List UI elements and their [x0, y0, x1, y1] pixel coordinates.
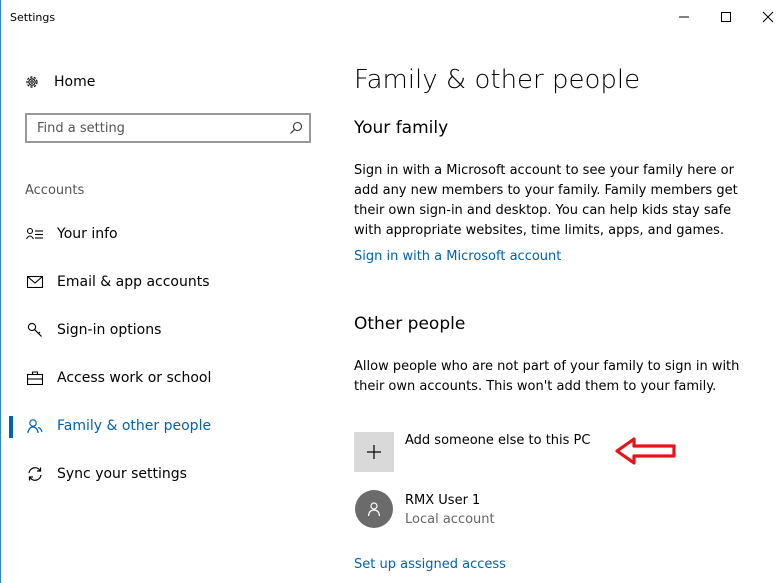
window-title: Settings: [10, 11, 56, 24]
search-icon: [290, 121, 303, 134]
plus-icon: [367, 445, 381, 459]
assigned-access-link[interactable]: Set up assigned access: [354, 557, 506, 572]
gear-icon: [26, 76, 38, 88]
sidebar-item-access-work-or-school[interactable]: Access work or school: [0, 356, 330, 400]
sidebar-item-label: Family & other people: [57, 418, 212, 434]
red-arrow-annotation-icon: [615, 437, 676, 465]
user-account-type: Local account: [405, 512, 495, 527]
maximize-button[interactable]: [705, 0, 747, 34]
accounts-section-label: Accounts: [25, 183, 85, 198]
home-label: Home: [54, 74, 96, 90]
person-list-icon: [25, 224, 45, 244]
minimize-icon: [679, 16, 689, 18]
sidebar-item-email-app-accounts[interactable]: Email & app accounts: [0, 260, 330, 304]
your-family-heading: Your family: [354, 118, 449, 138]
sign-in-microsoft-link[interactable]: Sign in with a Microsoft account: [354, 249, 561, 264]
home-button[interactable]: Home: [24, 70, 95, 94]
sidebar-item-label: Access work or school: [57, 370, 212, 386]
mail-icon: [25, 272, 45, 292]
your-family-description: Sign in with a Microsoft account to see …: [354, 163, 738, 238]
briefcase-icon: [25, 368, 45, 388]
close-icon: [762, 11, 774, 23]
title-bar: Settings: [0, 0, 783, 34]
avatar[interactable]: [355, 490, 393, 528]
sidebar-item-label: Your info: [57, 226, 118, 242]
other-people-heading: Other people: [354, 314, 466, 334]
sidebar: Home Accounts Your info Emai: [0, 34, 330, 583]
user-avatar-icon: [367, 502, 381, 517]
maximize-icon: [721, 12, 731, 22]
close-button[interactable]: [747, 0, 783, 34]
sidebar-item-your-info[interactable]: Your info: [0, 212, 330, 256]
active-indicator: [9, 416, 13, 438]
search-input[interactable]: [27, 115, 277, 141]
sidebar-item-label: Sync your settings: [57, 466, 187, 482]
page-title: Family & other people: [354, 65, 641, 95]
other-people-description: Allow people who are not part of your fa…: [354, 359, 740, 394]
minimize-button[interactable]: [663, 0, 705, 34]
sync-icon: [25, 464, 45, 484]
sidebar-item-label: Email & app accounts: [57, 274, 210, 290]
add-someone-button[interactable]: [354, 432, 394, 472]
sidebar-item-sign-in-options[interactable]: Sign-in options: [0, 308, 330, 352]
sidebar-item-label: Sign-in options: [57, 322, 162, 338]
search-box[interactable]: [25, 113, 311, 143]
user-name[interactable]: RMX User 1: [405, 493, 480, 508]
sidebar-item-family-other-people[interactable]: Family & other people: [0, 404, 330, 448]
key-icon: [25, 320, 45, 340]
people-icon: [25, 416, 45, 436]
add-someone-label[interactable]: Add someone else to this PC: [405, 433, 590, 448]
sidebar-item-sync-your-settings[interactable]: Sync your settings: [0, 452, 330, 496]
